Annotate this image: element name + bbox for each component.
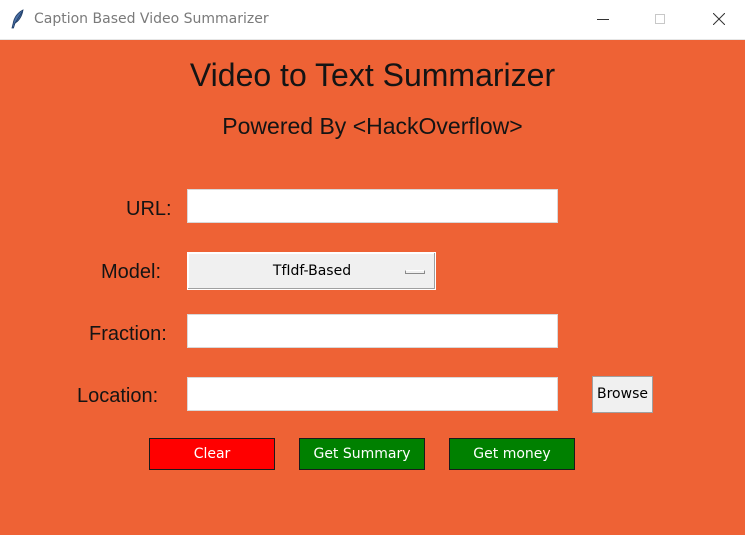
app-window-body: Video to Text Summarizer Powered By <Hac… <box>0 40 745 535</box>
model-selected-value: TfIdf-Based <box>272 263 352 279</box>
location-input[interactable] <box>187 377 558 411</box>
clear-button[interactable]: Clear <box>149 438 275 470</box>
get-money-button[interactable]: Get money <box>449 438 575 470</box>
page-subtitle: Powered By <HackOverflow> <box>222 113 523 139</box>
fraction-label: Fraction: <box>89 323 167 345</box>
url-input[interactable] <box>187 189 558 223</box>
maximize-icon <box>655 14 665 24</box>
url-label: URL: <box>126 198 172 220</box>
maximize-button[interactable] <box>637 0 683 39</box>
window-title: Caption Based Video Summarizer <box>34 11 269 27</box>
model-select[interactable]: TfIdf-Based <box>187 252 436 290</box>
close-button[interactable] <box>696 0 742 39</box>
fraction-input[interactable] <box>187 314 558 348</box>
feather-icon <box>10 9 26 29</box>
browse-button[interactable]: Browse <box>592 376 653 413</box>
close-icon <box>713 13 725 25</box>
minimize-button[interactable] <box>580 0 626 39</box>
page-title: Video to Text Summarizer <box>189 57 556 93</box>
minimize-icon <box>597 19 609 20</box>
dropdown-indicator-icon <box>405 270 425 274</box>
location-label: Location: <box>77 385 159 407</box>
get-summary-button[interactable]: Get Summary <box>299 438 425 470</box>
model-label: Model: <box>101 261 162 283</box>
title-bar[interactable]: Caption Based Video Summarizer <box>0 0 745 40</box>
